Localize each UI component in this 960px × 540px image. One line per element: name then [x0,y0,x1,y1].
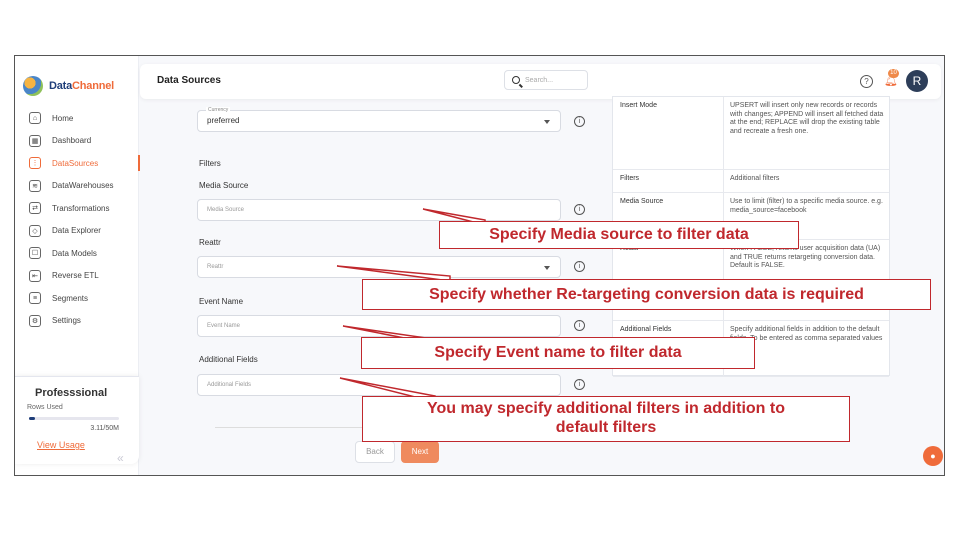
callout-pointers [336,208,486,403]
callout-media-source: Specify Media source to filter data [439,221,799,249]
callout-additional-fields: You may specify additional filters in ad… [362,396,850,442]
callout-reattr: Specify whether Re-targeting conversion … [362,279,931,310]
callout-event-name: Specify Event name to filter data [361,337,755,369]
